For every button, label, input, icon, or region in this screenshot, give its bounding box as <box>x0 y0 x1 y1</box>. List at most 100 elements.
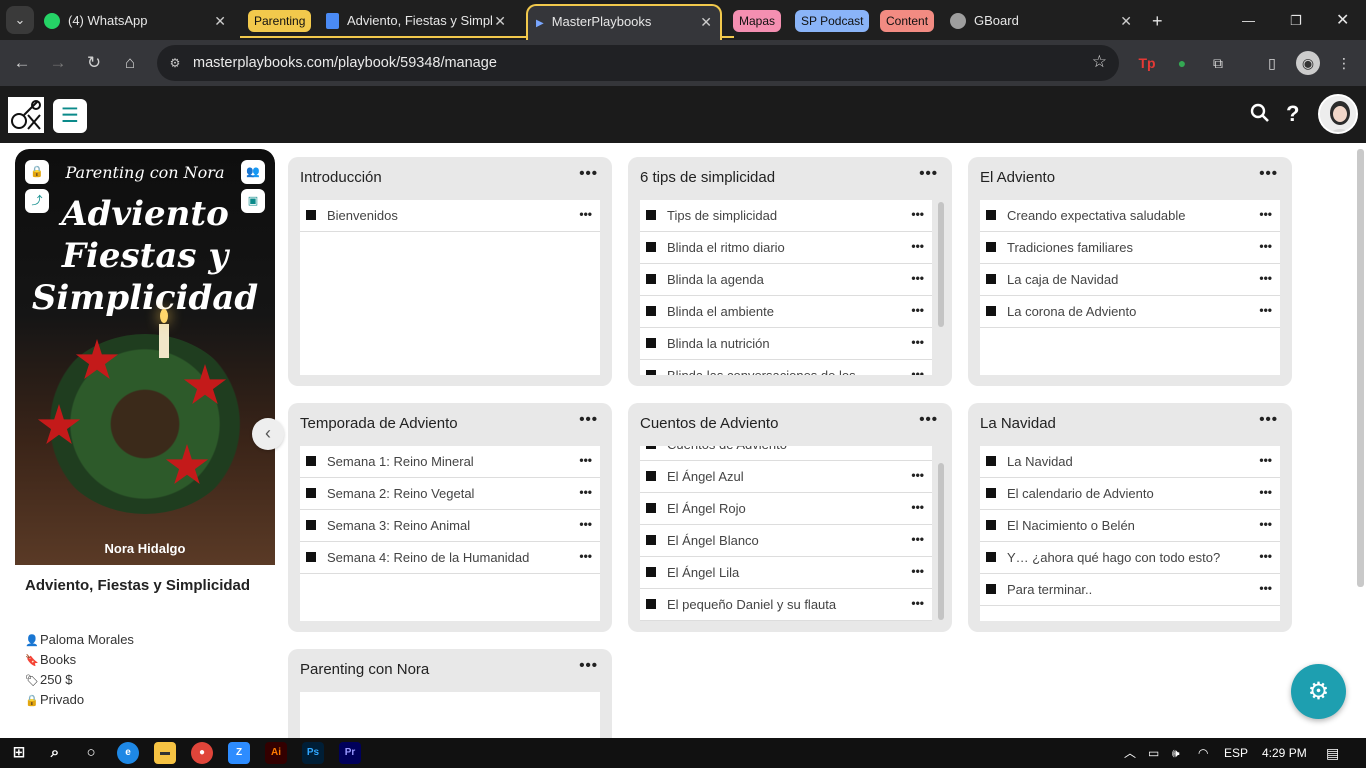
lesson-menu-icon[interactable]: ••• <box>1259 574 1272 603</box>
battery-icon[interactable]: ▭ <box>1148 738 1159 768</box>
lesson-item[interactable]: Tradiciones familiares ••• <box>980 232 1280 264</box>
address-bar[interactable]: ⚙ masterplaybooks.com/playbook/59348/man… <box>157 45 1119 81</box>
drag-handle-icon[interactable] <box>986 488 996 498</box>
lesson-item[interactable]: El Ángel Blanco ••• <box>640 525 932 557</box>
drag-handle-icon[interactable] <box>986 274 996 284</box>
change-cover-icon[interactable]: ▣ <box>241 189 265 213</box>
lesson-menu-icon[interactable]: ••• <box>911 525 924 554</box>
page-scrollbar[interactable] <box>1357 149 1364 587</box>
tray-chevron-icon[interactable]: ︿ <box>1124 738 1136 768</box>
lesson-menu-icon[interactable]: ••• <box>1259 446 1272 475</box>
new-tab-button[interactable]: + <box>1152 6 1172 36</box>
minimize-icon[interactable]: — <box>1242 6 1258 36</box>
app-logo[interactable] <box>8 97 44 133</box>
section-title[interactable]: Temporada de Adviento <box>300 415 458 432</box>
lesson-menu-icon[interactable]: ••• <box>1259 542 1272 571</box>
lesson-item[interactable]: La corona de Adviento ••• <box>980 296 1280 328</box>
zoom-icon[interactable]: Z <box>228 742 250 764</box>
lesson-menu-icon[interactable]: ••• <box>1259 200 1272 229</box>
lesson-menu-icon[interactable]: ••• <box>911 264 924 293</box>
section-menu-icon[interactable]: ••• <box>579 411 598 428</box>
lesson-menu-icon[interactable]: ••• <box>911 200 924 229</box>
section-menu-icon[interactable]: ••• <box>579 657 598 674</box>
bookmark-star-icon[interactable]: ☆ <box>1092 52 1107 72</box>
section-menu-icon[interactable]: ••• <box>1259 165 1278 182</box>
lesson-item[interactable]: La Navidad ••• <box>980 446 1280 478</box>
lesson-menu-icon[interactable]: ••• <box>579 542 592 571</box>
search-icon[interactable]: ⌕ <box>44 742 66 764</box>
drag-handle-icon[interactable] <box>646 242 656 252</box>
lesson-item[interactable]: El Ángel Rojo ••• <box>640 493 932 525</box>
lesson-menu-icon[interactable]: ••• <box>911 296 924 325</box>
drag-handle-icon[interactable] <box>646 210 656 220</box>
drag-handle-icon[interactable] <box>646 370 656 375</box>
clock[interactable]: 4:29 PM <box>1262 738 1307 768</box>
section-menu-icon[interactable]: ••• <box>579 165 598 182</box>
lesson-item[interactable]: El calendario de Adviento ••• <box>980 478 1280 510</box>
share-icon[interactable]: ⤴ <box>25 189 49 213</box>
section-menu-icon[interactable]: ••• <box>919 411 938 428</box>
reload-icon[interactable]: ↻ <box>83 52 105 74</box>
lesson-item[interactable]: Semana 3: Reino Animal ••• <box>300 510 600 542</box>
lesson-item[interactable]: Semana 1: Reino Mineral ••• <box>300 446 600 478</box>
lock-icon[interactable]: 🔒 <box>25 160 49 184</box>
lesson-menu-icon[interactable]: ••• <box>911 232 924 261</box>
section-title[interactable]: El Adviento <box>980 169 1055 186</box>
drag-handle-icon[interactable] <box>986 520 996 530</box>
drag-handle-icon[interactable] <box>306 520 316 530</box>
lesson-menu-icon[interactable]: ••• <box>911 461 924 490</box>
lesson-menu-icon[interactable]: ••• <box>579 200 592 229</box>
volume-icon[interactable]: 🕪 <box>1172 738 1180 768</box>
lesson-item[interactable]: Creando expectativa saludable ••• <box>980 200 1280 232</box>
tab-search-button[interactable]: ⌄ <box>6 6 34 34</box>
url-text[interactable]: masterplaybooks.com/playbook/59348/manag… <box>193 45 497 81</box>
drag-handle-icon[interactable] <box>646 338 656 348</box>
lesson-item[interactable]: Blinda el ritmo diario ••• <box>640 232 932 264</box>
drag-handle-icon[interactable] <box>986 456 996 466</box>
extension-green-icon[interactable]: ● <box>1170 51 1194 75</box>
tab-group-content[interactable]: Content <box>880 10 935 32</box>
lesson-item[interactable]: Blinda la nutrición ••• <box>640 328 932 360</box>
lesson-item[interactable]: Blinda las conversaciones de los••• <box>640 360 932 375</box>
section-title[interactable]: Parenting con Nora <box>300 661 429 678</box>
drag-handle-icon[interactable] <box>646 599 656 609</box>
drag-handle-icon[interactable] <box>646 306 656 316</box>
settings-gear-icon[interactable]: ⚙ <box>1291 664 1346 719</box>
help-icon[interactable]: ? <box>1286 101 1306 127</box>
notifications-icon[interactable]: ▤ <box>1326 738 1339 768</box>
lesson-item[interactable]: Semana 4: Reino de la Humanidad ••• <box>300 542 600 574</box>
lesson-item[interactable]: El Ángel Lila ••• <box>640 557 932 589</box>
drag-handle-icon[interactable] <box>986 552 996 562</box>
profile-avatar-icon[interactable]: ◉ <box>1296 51 1320 75</box>
drag-handle-icon[interactable] <box>986 584 996 594</box>
drag-handle-icon[interactable] <box>646 446 656 449</box>
extensions-puzzle-icon[interactable]: ⧉ <box>1206 51 1230 75</box>
forward-icon[interactable]: → <box>47 52 69 74</box>
section-menu-icon[interactable]: ••• <box>919 165 938 182</box>
windows-start-icon[interactable]: ⊞ <box>8 742 30 764</box>
drag-handle-icon[interactable] <box>646 274 656 284</box>
drag-handle-icon[interactable] <box>986 242 996 252</box>
lesson-item[interactable]: Semana 2: Reino Vegetal ••• <box>300 478 600 510</box>
extension-tp-icon[interactable]: Tp <box>1135 51 1159 75</box>
lesson-menu-icon[interactable]: ••• <box>579 446 592 475</box>
tab-gboard[interactable]: GBoard ✕ <box>950 6 1140 36</box>
premiere-icon[interactable]: Pr <box>339 742 361 764</box>
section-title[interactable]: Cuentos de Adviento <box>640 415 778 432</box>
lesson-menu-icon[interactable]: ••• <box>1259 232 1272 261</box>
lesson-menu-icon[interactable]: ••• <box>911 589 924 618</box>
back-icon[interactable]: ← <box>11 52 33 74</box>
side-panel-icon[interactable]: ▯ <box>1260 51 1284 75</box>
window-close-icon[interactable]: ✕ <box>1336 6 1352 36</box>
task-view-icon[interactable]: ○ <box>80 742 102 764</box>
lesson-item[interactable]: Blinda el ambiente ••• <box>640 296 932 328</box>
site-info-icon[interactable]: ⚙ <box>165 53 185 73</box>
collapse-sidebar-chevron-icon[interactable]: ‹ <box>252 418 284 450</box>
lesson-list-scrollbar[interactable] <box>938 202 944 327</box>
drag-handle-icon[interactable] <box>986 210 996 220</box>
section-title[interactable]: Introducción <box>300 169 382 186</box>
lesson-menu-icon[interactable]: ••• <box>579 478 592 507</box>
wifi-icon[interactable]: ◠ <box>1198 738 1208 768</box>
lesson-menu-icon[interactable]: ••• <box>1259 478 1272 507</box>
edge-icon[interactable]: e <box>117 742 139 764</box>
